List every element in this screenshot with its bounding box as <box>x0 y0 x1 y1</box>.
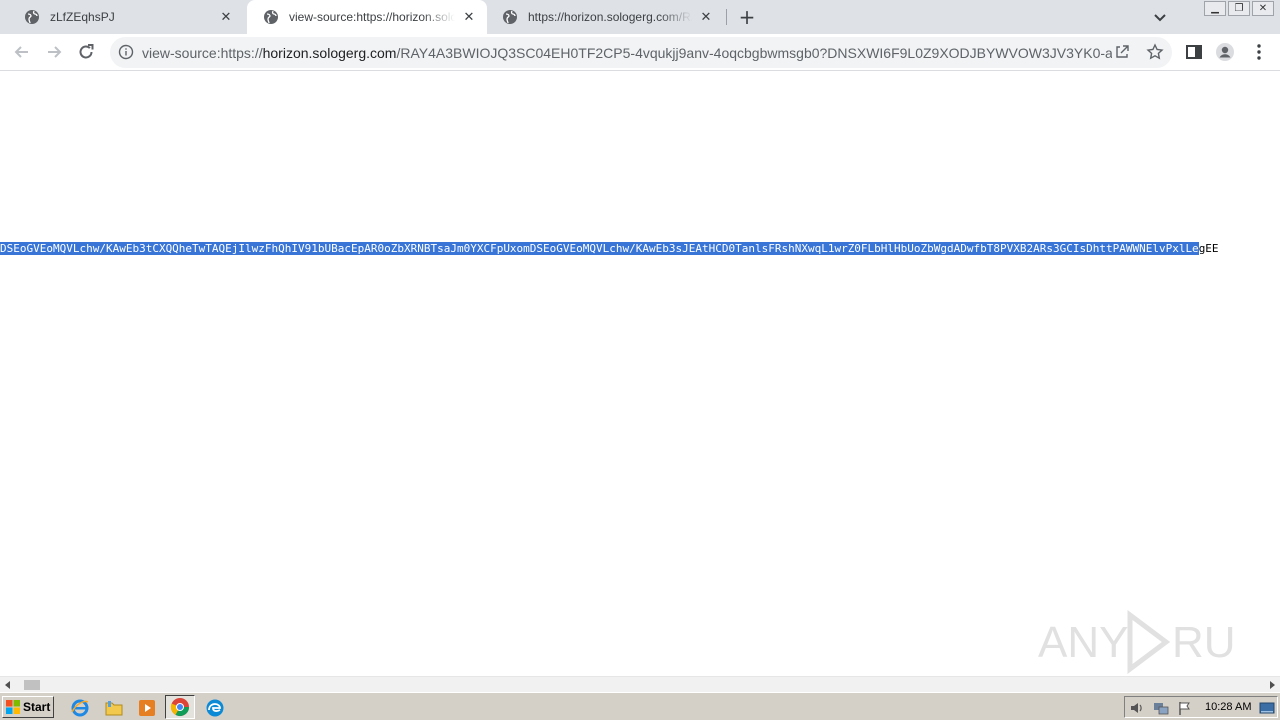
url-prefix: view-source:https:// <box>142 45 263 61</box>
selected-text: DSEoGVEoMQVLchw/KAwEb3tCXQQheTwTAQEjIlwz… <box>0 242 1199 255</box>
chrome-icon <box>170 698 189 717</box>
network-icon[interactable] <box>1153 700 1169 716</box>
new-tab-button[interactable]: + <box>737 7 757 27</box>
restore-button[interactable]: ❐ <box>1228 1 1250 16</box>
chrome-taskbar-button[interactable] <box>165 695 195 719</box>
scroll-right-arrow-icon[interactable] <box>1267 680 1277 690</box>
globe-icon <box>264 10 278 24</box>
close-tab-icon[interactable]: ✕ <box>698 9 714 25</box>
bookmark-star-icon[interactable] <box>1146 43 1164 61</box>
tab-strip: zLfZEqhsPJ ✕ view-source:https://horizon… <box>0 0 1280 34</box>
windows-logo-icon <box>6 700 20 714</box>
start-label: Start <box>23 700 51 714</box>
share-icon[interactable] <box>1114 44 1130 60</box>
page-content: DSEoGVEoMQVLchw/KAwEb3tCXQQheTwTAQEjIlwz… <box>0 72 1280 676</box>
close-tab-icon[interactable]: ✕ <box>461 9 477 25</box>
system-tray: 10:28 AM <box>1124 696 1278 718</box>
folder-icon[interactable] <box>104 698 124 718</box>
edge-icon[interactable] <box>205 698 225 718</box>
internet-explorer-icon[interactable] <box>70 698 90 718</box>
action-center-flag-icon[interactable] <box>1177 700 1193 716</box>
watermark-text-right: RUN <box>1172 618 1238 667</box>
watermark-logo: ANY RUN <box>1038 607 1267 676</box>
tab-title: https://horizon.sologerg.com/RAY4A3BWIOJ… <box>528 10 692 24</box>
side-panel-icon[interactable] <box>1184 42 1204 62</box>
watermark-text-left: ANY <box>1038 618 1128 667</box>
info-icon[interactable] <box>118 44 134 60</box>
tab-3[interactable]: https://horizon.sologerg.com/RAY4A3BWIOJ… <box>486 0 724 34</box>
scroll-left-arrow-icon[interactable] <box>3 680 13 690</box>
browser-toolbar: view-source:https://horizon.sologerg.com… <box>0 34 1280 71</box>
globe-icon <box>25 10 39 24</box>
show-desktop-icon[interactable] <box>1259 700 1275 716</box>
media-player-icon[interactable] <box>137 698 157 718</box>
profile-avatar-icon[interactable] <box>1215 42 1235 62</box>
reload-icon[interactable] <box>76 42 96 62</box>
tab-2[interactable]: view-source:https://horizon.sologerg.com… <box>247 0 487 34</box>
volume-icon[interactable] <box>1129 700 1145 716</box>
tab-title: zLfZEqhsPJ <box>50 10 115 24</box>
back-arrow-icon[interactable] <box>12 42 32 62</box>
globe-icon <box>503 10 517 24</box>
tab-title: view-source:https://horizon.sologerg.com… <box>289 10 455 24</box>
tab-1[interactable]: zLfZEqhsPJ ✕ <box>8 0 244 34</box>
url-path: /RAY4A3BWIOJQ3SC04EH0TF2CP5-4vqukjj9anv-… <box>396 45 1112 61</box>
forward-arrow-icon[interactable] <box>44 42 64 62</box>
close-tab-icon[interactable]: ✕ <box>218 9 234 25</box>
window-controls: ▁ ❐ ✕ <box>1202 1 1274 16</box>
tab-separator <box>726 9 727 25</box>
source-code-line: DSEoGVEoMQVLchw/KAwEb3tCXQQheTwTAQEjIlwz… <box>0 241 1219 257</box>
horizontal-scrollbar[interactable] <box>0 676 1280 692</box>
taskbar: Start 10:28 AM <box>0 692 1280 720</box>
chevron-down-icon[interactable] <box>1151 8 1169 26</box>
trailing-text: gEE <box>1198 242 1219 255</box>
url-host: horizon.sologerg.com <box>262 45 397 61</box>
url-text[interactable]: view-source:https://horizon.sologerg.com… <box>142 45 1112 61</box>
minimize-button[interactable]: ▁ <box>1204 1 1226 16</box>
address-bar[interactable]: view-source:https://horizon.sologerg.com… <box>110 37 1172 68</box>
taskbar-clock[interactable]: 10:28 AM <box>1205 701 1251 713</box>
menu-kebab-icon[interactable] <box>1249 42 1269 62</box>
scrollbar-thumb[interactable] <box>24 680 40 690</box>
start-button[interactable]: Start <box>2 696 54 718</box>
close-window-button[interactable]: ✕ <box>1252 1 1274 16</box>
